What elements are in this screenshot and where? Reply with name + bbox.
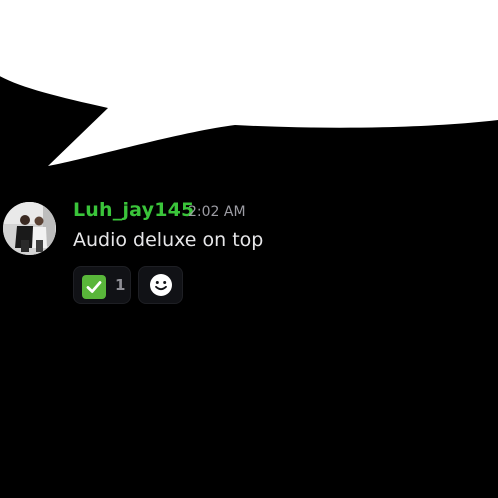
message-content: Audio deluxe on top — [73, 229, 264, 251]
white-check-mark-icon — [82, 275, 106, 299]
add-reaction-button[interactable] — [138, 266, 183, 304]
speech-bubble-overlay — [0, 0, 498, 166]
message-timestamp: 2:02 AM — [188, 204, 246, 220]
message-author[interactable]: Luh_jay145 — [73, 199, 194, 221]
reaction-check-mark[interactable]: 1 — [73, 266, 131, 304]
reaction-count: 1 — [115, 276, 126, 294]
smile-icon — [149, 274, 172, 296]
user-avatar[interactable] — [3, 202, 56, 255]
